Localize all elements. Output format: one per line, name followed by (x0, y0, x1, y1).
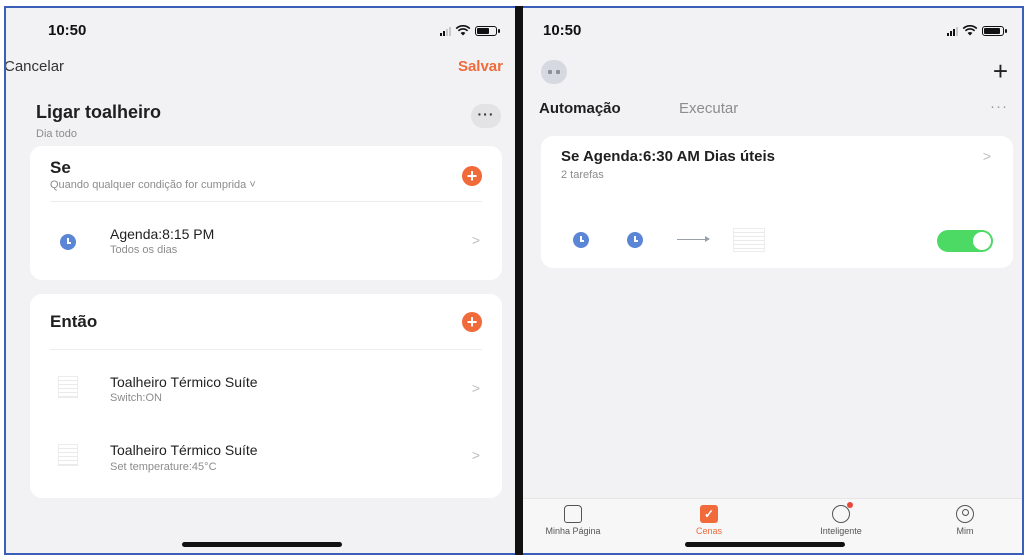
profile-icon (956, 505, 974, 523)
nav-scenes[interactable]: ✓ Cenas (659, 505, 759, 536)
clock-icon (627, 232, 643, 248)
signal-icon (947, 26, 958, 36)
scenes-screen: 10:50 + Automação Executar ··· Se Agenda… (523, 6, 1024, 555)
home-indicator (685, 542, 845, 547)
home-indicator (182, 542, 342, 547)
condition-subtitle: Todos os dias (110, 244, 178, 256)
status-time: 10:50 (543, 22, 582, 39)
add-scene-button[interactable]: + (993, 56, 1008, 87)
status-icons (440, 25, 500, 36)
status-bar: 10:50 (523, 22, 1022, 42)
status-bar: 10:50 (6, 22, 515, 42)
condition-title: Agenda:8:15 PM (110, 226, 215, 242)
chevron-right-icon: > (471, 232, 480, 248)
wifi-icon (962, 25, 978, 36)
then-actions-card: Então + Toalheiro Térmico Suíte Switch:O… (30, 294, 502, 498)
battery-icon (475, 25, 500, 36)
nav-label: Mim (956, 526, 974, 536)
then-section-title: Então (50, 312, 98, 331)
nav-label: Cenas (695, 526, 722, 536)
wifi-icon (455, 25, 471, 36)
automation-title: Se Agenda:6:30 AM Dias úteis (561, 148, 775, 165)
chevron-right-icon: > (471, 447, 480, 463)
edit-scene-screen: 10:50 Cancelar Salvar Ligar toalheiro Di… (4, 6, 515, 555)
device-icon (733, 228, 765, 252)
arrow-right-icon (677, 236, 710, 242)
action-title: Toalheiro Térmico Suíte (110, 442, 258, 458)
if-conditions-card: Se Quando qualquer condição for cumprida… (30, 146, 502, 280)
more-options-button[interactable]: ··· (471, 104, 501, 128)
automation-toggle[interactable] (937, 230, 993, 252)
tab-automation[interactable]: Automação (539, 100, 621, 117)
nav-label: Minha Página (545, 526, 601, 536)
more-options-button[interactable]: ··· (990, 98, 1008, 115)
divider (50, 201, 482, 202)
device-icon (58, 376, 78, 398)
screen-divider (515, 6, 523, 555)
chevron-right-icon: > (471, 380, 480, 396)
status-icons (947, 25, 1007, 36)
automation-card[interactable]: Se Agenda:6:30 AM Dias úteis 2 tarefas > (541, 136, 1013, 268)
nav-smart[interactable]: Inteligente (791, 502, 891, 536)
divider (50, 349, 482, 350)
nav-me[interactable]: Mim (915, 505, 1015, 536)
clock-icon (60, 234, 76, 250)
home-icon (564, 505, 582, 523)
status-time: 10:50 (48, 22, 87, 39)
signal-icon (440, 26, 451, 36)
chevron-right-icon: > (982, 148, 991, 164)
action-subtitle: Set temperature:45°C (110, 461, 217, 473)
device-icon (58, 444, 78, 466)
scenes-icon: ✓ (700, 505, 718, 523)
automation-task-count: 2 tarefas (561, 169, 604, 181)
action-title: Toalheiro Térmico Suíte (110, 374, 258, 390)
cancel-button[interactable]: Cancelar (6, 58, 64, 75)
condition-mode-dropdown[interactable]: Quando qualquer condição for cumprida ˅ (50, 179, 256, 191)
action-subtitle: Switch:ON (110, 392, 162, 404)
clock-icon (573, 232, 589, 248)
nav-label: Inteligente (820, 526, 862, 536)
add-action-button[interactable]: + (462, 312, 482, 332)
save-button[interactable]: Salvar (458, 58, 503, 75)
scene-period: Dia todo (36, 128, 77, 140)
assistant-icon[interactable] (541, 60, 567, 84)
scene-title: Ligar toalheiro (36, 102, 162, 122)
nav-my-page[interactable]: Minha Página (523, 505, 623, 536)
if-section-title: Se (50, 158, 71, 177)
smart-icon (832, 502, 853, 523)
battery-icon (982, 25, 1007, 36)
tab-execute[interactable]: Executar (679, 100, 738, 117)
add-condition-button[interactable]: + (462, 166, 482, 186)
